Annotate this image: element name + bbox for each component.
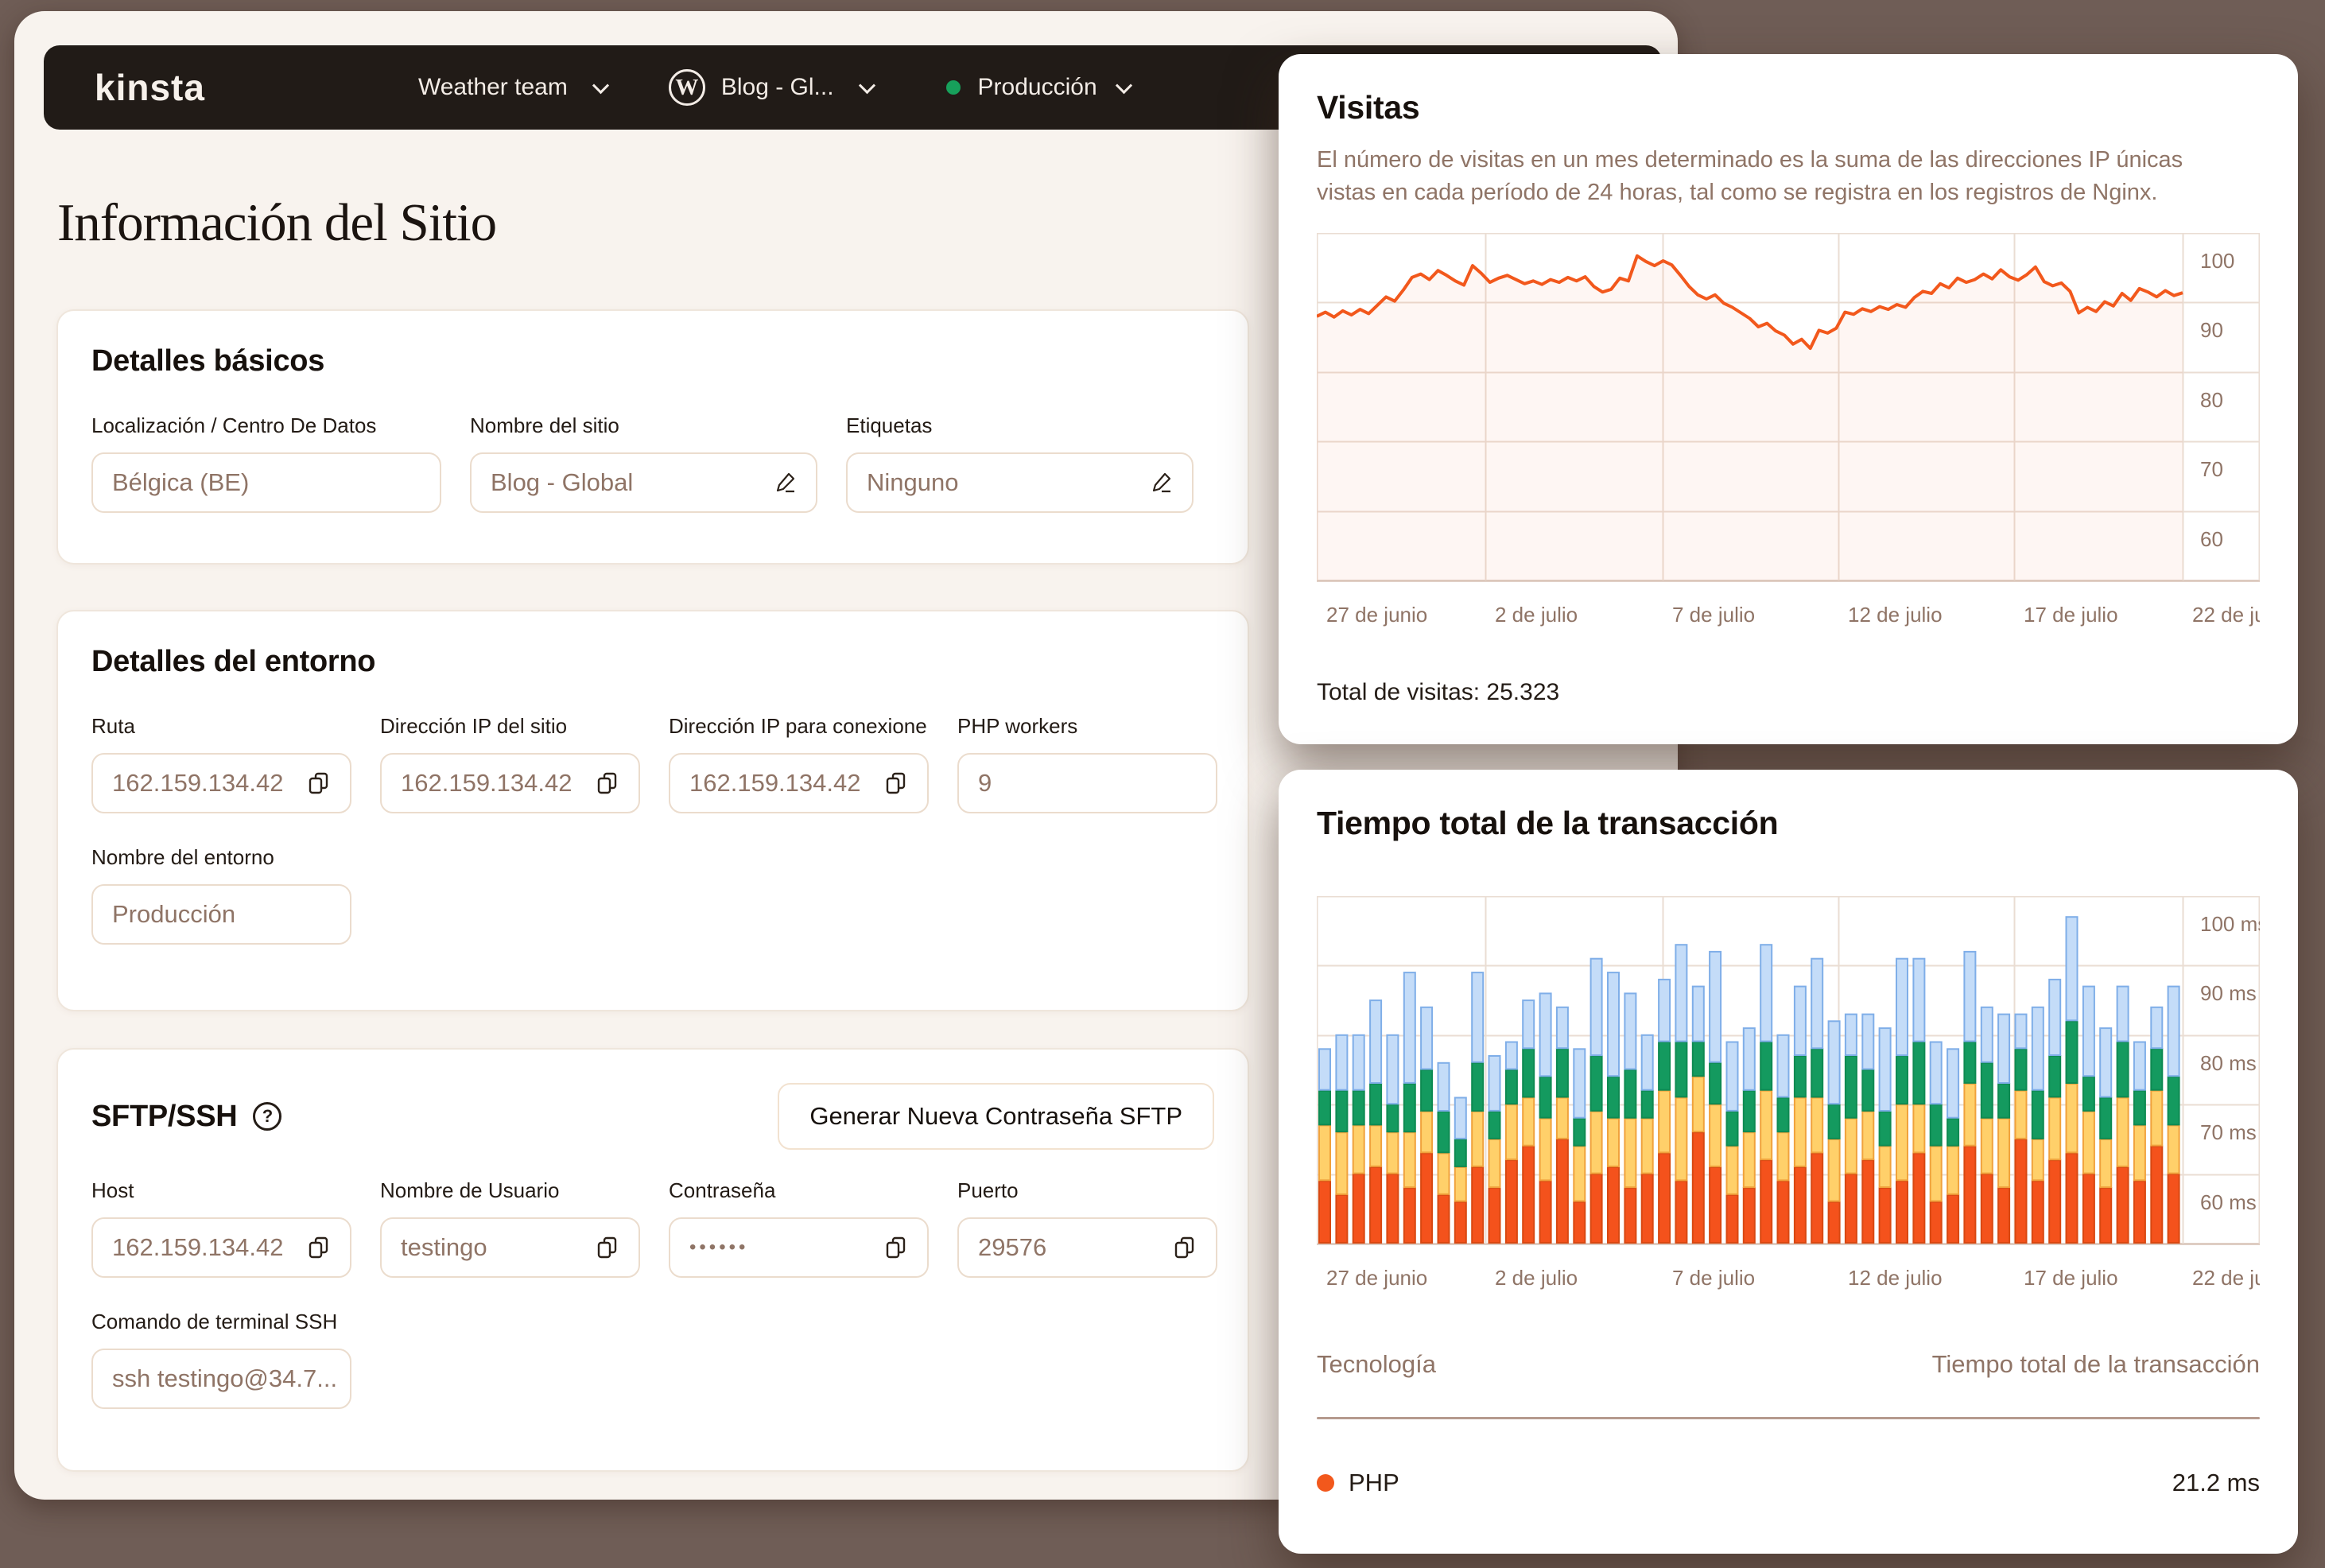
svg-text:17 de julio: 17 de julio: [2024, 1266, 2118, 1290]
copy-icon[interactable]: [884, 1236, 908, 1259]
field-ip-conexiones: Dirección IP para conexione 162.159.134.…: [669, 714, 929, 813]
field-label: Etiquetas: [846, 413, 933, 437]
field-localizacion: Localización / Centro De Datos Bélgica (…: [91, 413, 441, 513]
visits-line-chart: 100 90 80 70 60 27 de junio 2 de julio 7 de jul…: [1316, 232, 2287, 642]
field-nombre-sitio: Nombre del sitio Blog - Global: [470, 413, 817, 513]
site-selector[interactable]: W Blog - Gl...: [668, 69, 875, 106]
field-ip-sitio: Dirección IP del sitio 162.159.134.42: [380, 714, 640, 813]
card-heading: Detalles del entorno: [91, 645, 376, 678]
svg-text:12 de julio: 12 de julio: [1848, 603, 1943, 627]
transaction-time-bar-chart: 100 ms 90 ms 80 ms 70 ms 60 ms 27 de junio 2 d…: [1316, 895, 2287, 1306]
svg-text:100 ms: 100 ms: [2200, 912, 2260, 936]
svg-text:2 de julio: 2 de julio: [1495, 1266, 1578, 1290]
panel-title: Visitas: [1317, 89, 1420, 126]
svg-text:2 de julio: 2 de julio: [1495, 603, 1578, 627]
chevron-down-icon: [592, 76, 609, 94]
field-label: Nombre del sitio: [470, 413, 619, 437]
tech-name: PHP: [1349, 1469, 1399, 1496]
help-icon[interactable]: ?: [253, 1102, 282, 1131]
svg-text:7 de julio: 7 de julio: [1672, 603, 1755, 627]
table-row: PHP 21.2 ms: [1317, 1469, 2260, 1497]
table-divider: [1317, 1417, 2260, 1419]
field-usuario: Nombre de Usuario testingo: [380, 1178, 640, 1278]
svg-text:100: 100: [2200, 249, 2234, 273]
environment-selector[interactable]: Producción: [945, 74, 1132, 101]
svg-text:60: 60: [2200, 527, 2223, 551]
localizacion-input[interactable]: Bélgica (BE): [91, 452, 441, 513]
ip-sitio-input[interactable]: 162.159.134.42: [380, 753, 640, 813]
copy-icon[interactable]: [1173, 1236, 1197, 1259]
site-name: Blog - Gl...: [720, 74, 834, 100]
card-heading: SFTP/SSH: [91, 1099, 238, 1133]
svg-text:22 de julio: 22 de julio: [2192, 1266, 2260, 1290]
svg-text:27 de junio: 27 de junio: [1326, 603, 1427, 627]
ip-conexiones-input[interactable]: 162.159.134.42: [669, 753, 929, 813]
tech-time-value: 21.2 ms: [2172, 1469, 2260, 1496]
contrasena-input[interactable]: ••••••: [669, 1217, 929, 1278]
column-tiempo-total: Tiempo total de la transacción: [1931, 1350, 2260, 1378]
svg-text:90 ms: 90 ms: [2200, 981, 2257, 1005]
environment-name: Producción: [977, 74, 1097, 100]
edit-pencil-icon[interactable]: [1149, 471, 1173, 495]
card-sftp-ssh: SFTP/SSH ? Generar Nueva Contraseña SFTP…: [56, 1048, 1249, 1472]
team-name: Weather team: [417, 74, 568, 100]
svg-text:80: 80: [2200, 388, 2223, 412]
copy-icon[interactable]: [884, 771, 908, 795]
field-host: Host 162.159.134.42: [91, 1178, 351, 1278]
copy-icon[interactable]: [307, 771, 331, 795]
host-input[interactable]: 162.159.134.42: [91, 1217, 351, 1278]
puerto-input[interactable]: 29576: [957, 1217, 1217, 1278]
copy-icon[interactable]: [596, 771, 619, 795]
svg-text:80 ms: 80 ms: [2200, 1051, 2257, 1075]
card-heading: Detalles básicos: [91, 344, 325, 378]
field-php-workers: PHP workers 9: [957, 714, 1217, 813]
field-ssh-command: Comando de terminal SSH ssh testingo@34.…: [91, 1310, 351, 1409]
php-dot: [1317, 1474, 1334, 1492]
svg-text:12 de julio: 12 de julio: [1848, 1266, 1943, 1290]
chevron-down-icon: [858, 76, 875, 94]
etiquetas-input[interactable]: Ninguno: [846, 452, 1194, 513]
panel-tiempo-transaccion: Tiempo total de la transacción 100 ms 90 …: [1279, 770, 2298, 1554]
visitas-description: El número de visitas en un mes determina…: [1317, 147, 2183, 206]
ruta-input[interactable]: 162.159.134.42: [91, 753, 351, 813]
kinsta-logo: kinsta: [95, 67, 205, 108]
column-tecnologia: Tecnología: [1317, 1350, 1436, 1378]
copy-icon[interactable]: [307, 1236, 331, 1259]
nombre-entorno-input[interactable]: Producción: [91, 884, 351, 945]
svg-text:70: 70: [2200, 457, 2223, 481]
svg-text:90: 90: [2200, 318, 2223, 342]
total-visits: Total de visitas: 25.323: [1317, 679, 1560, 706]
field-ruta: Ruta 162.159.134.42: [91, 714, 351, 813]
copy-icon[interactable]: [596, 1236, 619, 1259]
field-contrasena: Contraseña ••••••: [669, 1178, 929, 1278]
team-selector[interactable]: Weather team: [417, 74, 609, 101]
php-workers-input[interactable]: 9: [957, 753, 1217, 813]
svg-text:17 de julio: 17 de julio: [2024, 603, 2118, 627]
field-label: Localización / Centro De Datos: [91, 413, 377, 437]
environment-status-dot: [945, 80, 961, 95]
nombre-sitio-input[interactable]: Blog - Global: [470, 452, 817, 513]
usuario-input[interactable]: testingo: [380, 1217, 640, 1278]
svg-text:60 ms: 60 ms: [2200, 1190, 2257, 1214]
card-detalles-basicos: Detalles básicos Localización / Centro D…: [56, 309, 1249, 565]
edit-pencil-icon[interactable]: [773, 471, 797, 495]
card-detalles-entorno: Detalles del entorno Ruta 162.159.134.42…: [56, 610, 1249, 1011]
wordpress-icon: W: [668, 69, 705, 106]
chevron-down-icon: [1115, 76, 1132, 94]
field-puerto: Puerto 29576: [957, 1178, 1217, 1278]
svg-text:27 de junio: 27 de junio: [1326, 1266, 1427, 1290]
panel-visitas: Visitas El número de visitas en un mes d…: [1279, 54, 2298, 744]
ssh-command-input[interactable]: ssh testingo@34.7...: [91, 1349, 351, 1409]
field-nombre-entorno: Nombre del entorno Producción: [91, 845, 351, 945]
svg-text:7 de julio: 7 de julio: [1672, 1266, 1755, 1290]
generate-sftp-password-button[interactable]: Generar Nueva Contraseña SFTP: [778, 1083, 1214, 1150]
svg-text:22 de julio: 22 de julio: [2192, 603, 2260, 627]
field-etiquetas: Etiquetas Ninguno: [846, 413, 1194, 513]
svg-text:70 ms: 70 ms: [2200, 1120, 2257, 1144]
page-title: Información del Sitio: [57, 193, 497, 252]
panel-title: Tiempo total de la transacción: [1317, 805, 1779, 841]
